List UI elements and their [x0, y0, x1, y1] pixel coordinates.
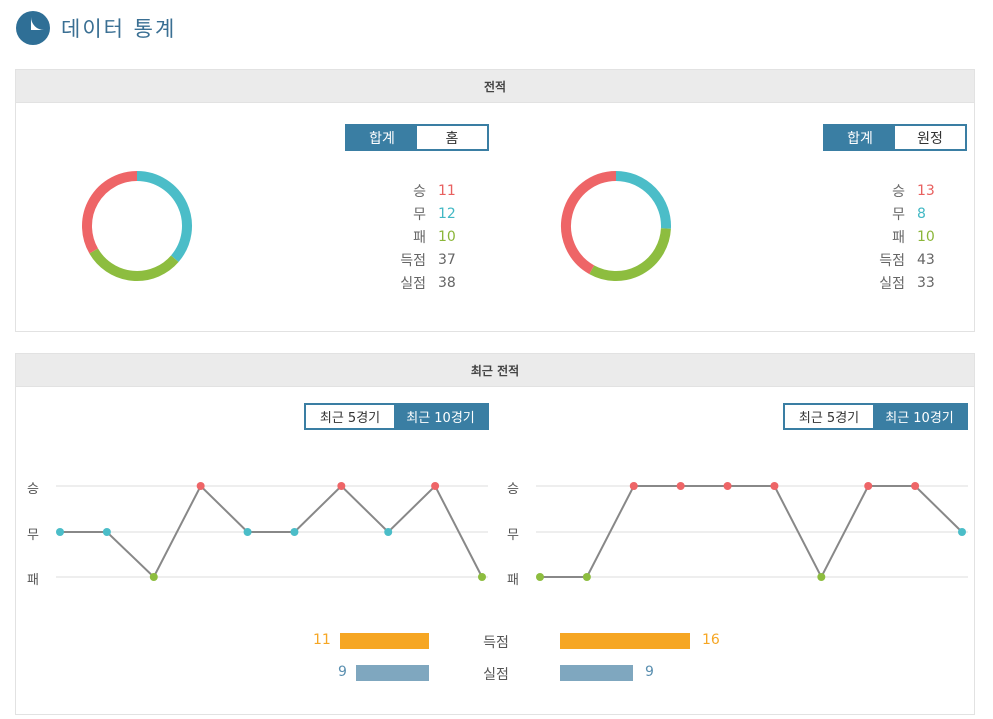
stat-row-goals-for: 득점 43: [865, 248, 945, 271]
stat-row-goals-against: 실점 33: [865, 271, 945, 294]
stat-label: 득점: [879, 252, 905, 269]
trend-point: [629, 482, 638, 490]
trend-point: [582, 573, 591, 581]
home-goals-against-value: 9: [338, 664, 347, 680]
donut-slice: [561, 171, 617, 275]
away-goals-for-value: 16: [702, 632, 720, 648]
trend-point: [958, 528, 966, 536]
trend-point: [478, 573, 486, 581]
stat-row-goals-against: 실점 38: [386, 271, 466, 294]
trend-point: [911, 482, 920, 490]
stat-label: 무: [892, 206, 905, 223]
away-stats: 승 13 무8 패 10 득점 43 실점 33: [865, 179, 945, 294]
stat-value: 43: [917, 251, 935, 268]
stat-row-draw: 무 12: [386, 202, 466, 225]
home-stats: 승 11 무 12 패 10 득점 37 실점 38: [386, 179, 466, 294]
stat-label: 실점: [400, 275, 426, 292]
record-panel-title: 전적: [16, 70, 974, 103]
away-record-donut: [561, 171, 671, 281]
stat-value: 10: [917, 228, 935, 245]
trend-point: [864, 482, 873, 490]
page-title: 데이터 통계: [61, 17, 177, 41]
tab-last-10-home[interactable]: 최근 10경기: [394, 405, 487, 428]
trend-point: [243, 528, 252, 536]
trend-point: [431, 482, 440, 490]
stat-label: 승: [892, 183, 905, 200]
y-label-draw: 무: [507, 528, 519, 543]
away-recent-toggle: 최근 5경기 최근 10경기: [783, 403, 968, 430]
stat-label: 무: [413, 206, 426, 223]
tab-away[interactable]: 원정: [895, 126, 965, 149]
trend-point: [149, 573, 158, 581]
page-header: 데이터 통계: [15, 8, 176, 48]
donut-slice: [136, 171, 192, 263]
stat-label: 실점: [879, 275, 905, 292]
tab-away-total[interactable]: 합계: [825, 126, 895, 149]
record-panel: 전적 합계 홈 합계 원정 승 11 무 12 패 10 득점 37 실점 38 승 13 …: [15, 69, 975, 332]
y-label-draw: 무: [27, 528, 39, 543]
goals-for-label: 득점: [483, 635, 509, 651]
home-record-donut: [82, 171, 192, 281]
home-record-toggle: 합계 홈: [345, 124, 489, 151]
y-label-win: 승: [507, 482, 519, 497]
stat-row-loss: 패 10: [865, 225, 945, 248]
home-goals-for-value: 11: [313, 632, 331, 648]
stat-value: 12: [438, 205, 456, 222]
trend-point: [102, 528, 111, 536]
goals-against-label: 실점: [483, 667, 509, 683]
home-recent-toggle: 최근 5경기 최근 10경기: [304, 403, 489, 430]
trend-point: [290, 528, 299, 536]
trend-point: [817, 573, 826, 581]
donut-slice: [615, 171, 671, 229]
y-label-win: 승: [27, 482, 39, 497]
stat-row-win: 승 13: [865, 179, 945, 202]
tab-home[interactable]: 홈: [417, 126, 487, 149]
stat-value: 13: [917, 182, 935, 199]
trend-point: [384, 528, 393, 536]
tab-last-5-home[interactable]: 최근 5경기: [306, 405, 394, 428]
trend-point: [676, 482, 685, 490]
home-trend-chart: [56, 482, 488, 581]
stat-value: 8: [917, 205, 926, 222]
donut-slice: [82, 171, 138, 254]
y-label-loss: 패: [27, 573, 39, 588]
stat-value: 38: [438, 274, 456, 291]
recent-panel-title: 최근 전적: [16, 354, 974, 387]
trend-point: [770, 482, 779, 490]
trend-point: [536, 573, 544, 581]
trend-point: [196, 482, 205, 490]
tab-last-10-away[interactable]: 최근 10경기: [873, 405, 966, 428]
stat-row-goals-for: 득점 37: [386, 248, 466, 271]
stat-value: 11: [438, 182, 456, 199]
away-goals-against-bar: [560, 665, 633, 681]
home-goals-for-bar: [340, 633, 429, 649]
trend-point: [56, 528, 64, 536]
pie-chart-icon: [16, 11, 50, 45]
goals-for-bar-row: 11 득점 16: [16, 631, 976, 651]
stat-label: 패: [413, 229, 426, 246]
stat-label: 승: [413, 183, 426, 200]
trend-point: [723, 482, 732, 490]
away-goals-for-bar: [560, 633, 690, 649]
home-goals-against-bar: [356, 665, 429, 681]
tab-last-5-away[interactable]: 최근 5경기: [785, 405, 873, 428]
recent-panel: 최근 전적 최근 5경기 최근 10경기 최근 5경기 최근 10경기 승 무 …: [15, 353, 975, 715]
stat-value: 10: [438, 228, 456, 245]
stat-value: 37: [438, 251, 456, 268]
stat-label: 득점: [400, 252, 426, 269]
donut-slice: [89, 248, 179, 281]
stat-row-loss: 패 10: [386, 225, 466, 248]
donut-slice: [589, 228, 671, 281]
stat-row-draw: 무8: [865, 202, 945, 225]
away-trend-chart: [536, 482, 968, 581]
away-record-toggle: 합계 원정: [823, 124, 967, 151]
goals-against-bar-row: 9 실점 9: [16, 663, 976, 683]
tab-home-total[interactable]: 합계: [347, 126, 417, 149]
trend-point: [337, 482, 346, 490]
y-label-loss: 패: [507, 573, 519, 588]
away-goals-against-value: 9: [645, 664, 654, 680]
stat-label: 패: [892, 229, 905, 246]
stat-row-win: 승 11: [386, 179, 466, 202]
stat-value: 33: [917, 274, 935, 291]
